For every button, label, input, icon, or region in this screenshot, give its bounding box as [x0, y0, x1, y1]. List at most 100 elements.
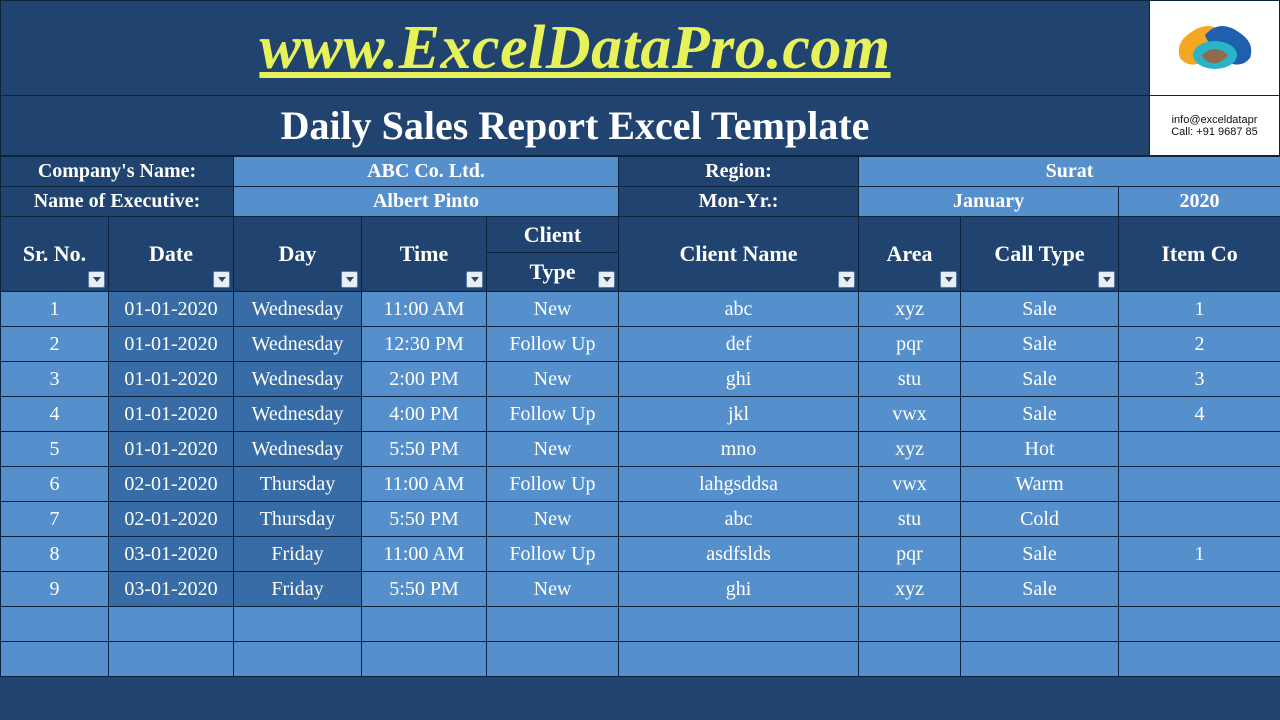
region-value[interactable]: Surat: [859, 157, 1280, 187]
cell-type[interactable]: New: [487, 572, 619, 607]
executive-value[interactable]: Albert Pinto: [234, 187, 619, 217]
cell-call[interactable]: Sale: [961, 362, 1119, 397]
cell-call[interactable]: Sale: [961, 327, 1119, 362]
cell-name[interactable]: def: [619, 327, 859, 362]
cell-call[interactable]: Sale: [961, 537, 1119, 572]
cell-item[interactable]: [1119, 467, 1280, 502]
cell-sr[interactable]: 3: [1, 362, 109, 397]
cell-area[interactable]: vwx: [859, 467, 961, 502]
cell-name[interactable]: jkl: [619, 397, 859, 432]
cell-type[interactable]: New: [487, 502, 619, 537]
cell-time[interactable]: 5:50 PM: [362, 572, 487, 607]
cell-name[interactable]: abc: [619, 502, 859, 537]
cell-date[interactable]: 01-01-2020: [109, 432, 234, 467]
filter-icon[interactable]: [88, 271, 105, 288]
cell-sr[interactable]: 7: [1, 502, 109, 537]
cell-area[interactable]: xyz: [859, 572, 961, 607]
cell-type[interactable]: New: [487, 292, 619, 327]
cell-type[interactable]: Follow Up: [487, 467, 619, 502]
cell-time[interactable]: 4:00 PM: [362, 397, 487, 432]
cell-area[interactable]: xyz: [859, 292, 961, 327]
cell-date[interactable]: 03-01-2020: [109, 537, 234, 572]
cell-date[interactable]: 01-01-2020: [109, 292, 234, 327]
cell-date[interactable]: 02-01-2020: [109, 467, 234, 502]
month-value[interactable]: January: [859, 187, 1119, 217]
cell-area[interactable]: stu: [859, 362, 961, 397]
cell-name[interactable]: ghi: [619, 572, 859, 607]
filter-icon[interactable]: [213, 271, 230, 288]
year-value[interactable]: 2020: [1119, 187, 1280, 217]
cell-day[interactable]: Wednesday: [234, 292, 362, 327]
filter-icon[interactable]: [341, 271, 358, 288]
cell-sr[interactable]: 1: [1, 292, 109, 327]
company-value[interactable]: ABC Co. Ltd.: [234, 157, 619, 187]
table-row: 201-01-2020Wednesday12:30 PMFollow Updef…: [1, 327, 1280, 362]
cell-name[interactable]: lahgsddsa: [619, 467, 859, 502]
cell-sr[interactable]: 2: [1, 327, 109, 362]
cell-call[interactable]: Sale: [961, 572, 1119, 607]
cell-type[interactable]: New: [487, 432, 619, 467]
cell-item[interactable]: [1119, 572, 1280, 607]
cell-date[interactable]: 01-01-2020: [109, 362, 234, 397]
cell-item[interactable]: 2: [1119, 327, 1280, 362]
cell-day[interactable]: Thursday: [234, 467, 362, 502]
cell-name[interactable]: asdfslds: [619, 537, 859, 572]
cell-type[interactable]: Follow Up: [487, 397, 619, 432]
cell-call[interactable]: Sale: [961, 292, 1119, 327]
cell-date[interactable]: 02-01-2020: [109, 502, 234, 537]
cell-item[interactable]: 1: [1119, 537, 1280, 572]
cell-day[interactable]: Friday: [234, 572, 362, 607]
col-client-name: Client Name: [619, 217, 859, 292]
cell-day[interactable]: Wednesday: [234, 362, 362, 397]
cell-day[interactable]: Wednesday: [234, 327, 362, 362]
cell-name[interactable]: abc: [619, 292, 859, 327]
cell-area[interactable]: vwx: [859, 397, 961, 432]
cell-time[interactable]: 11:00 AM: [362, 537, 487, 572]
cell-time[interactable]: 2:00 PM: [362, 362, 487, 397]
cell-sr[interactable]: 8: [1, 537, 109, 572]
cell-area[interactable]: pqr: [859, 327, 961, 362]
cell-sr[interactable]: 9: [1, 572, 109, 607]
cell-area[interactable]: xyz: [859, 432, 961, 467]
filter-icon[interactable]: [940, 271, 957, 288]
cell-name[interactable]: mno: [619, 432, 859, 467]
cell-day[interactable]: Wednesday: [234, 432, 362, 467]
cell-time[interactable]: 5:50 PM: [362, 432, 487, 467]
cell-day[interactable]: Wednesday: [234, 397, 362, 432]
cell-date[interactable]: 01-01-2020: [109, 327, 234, 362]
cell-call[interactable]: Cold: [961, 502, 1119, 537]
cell-item[interactable]: 4: [1119, 397, 1280, 432]
cell-time[interactable]: 11:00 AM: [362, 467, 487, 502]
cell-call[interactable]: Sale: [961, 397, 1119, 432]
title-band: Daily Sales Report Excel Template info@e…: [0, 96, 1280, 156]
cell-item[interactable]: [1119, 432, 1280, 467]
cell-date[interactable]: 03-01-2020: [109, 572, 234, 607]
cell-item[interactable]: 3: [1119, 362, 1280, 397]
col-client-type-top: Client: [487, 217, 619, 253]
cell-time[interactable]: 11:00 AM: [362, 292, 487, 327]
cell-time[interactable]: 5:50 PM: [362, 502, 487, 537]
col-sr: Sr. No.: [1, 217, 109, 292]
cell-call[interactable]: Warm: [961, 467, 1119, 502]
cell-type[interactable]: Follow Up: [487, 327, 619, 362]
report-table: Company's Name: ABC Co. Ltd. Region: Sur…: [0, 156, 1280, 677]
cell-type[interactable]: Follow Up: [487, 537, 619, 572]
cell-day[interactable]: Friday: [234, 537, 362, 572]
cell-time[interactable]: 12:30 PM: [362, 327, 487, 362]
filter-icon[interactable]: [1098, 271, 1115, 288]
cell-area[interactable]: pqr: [859, 537, 961, 572]
filter-icon[interactable]: [838, 271, 855, 288]
cell-item[interactable]: [1119, 502, 1280, 537]
filter-icon[interactable]: [466, 271, 483, 288]
cell-type[interactable]: New: [487, 362, 619, 397]
cell-sr[interactable]: 5: [1, 432, 109, 467]
cell-area[interactable]: stu: [859, 502, 961, 537]
filter-icon[interactable]: [598, 271, 615, 288]
cell-name[interactable]: ghi: [619, 362, 859, 397]
cell-call[interactable]: Hot: [961, 432, 1119, 467]
cell-day[interactable]: Thursday: [234, 502, 362, 537]
cell-sr[interactable]: 4: [1, 397, 109, 432]
cell-item[interactable]: 1: [1119, 292, 1280, 327]
cell-sr[interactable]: 6: [1, 467, 109, 502]
cell-date[interactable]: 01-01-2020: [109, 397, 234, 432]
